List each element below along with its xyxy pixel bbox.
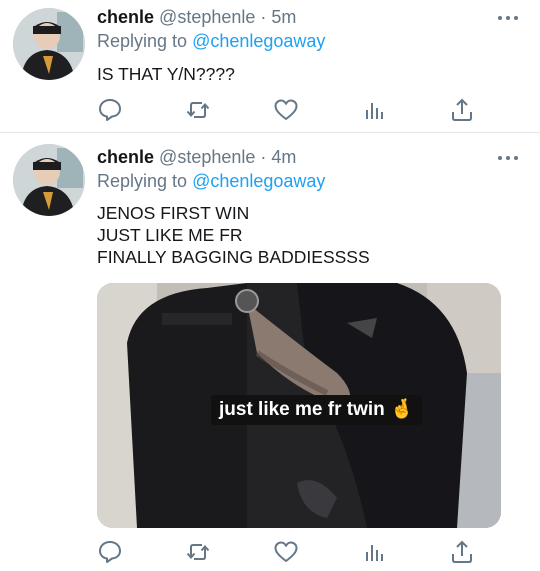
tweet-1[interactable]: chenle @stephenle · 5m Replying to @chen…	[0, 0, 540, 132]
retweet-icon[interactable]	[185, 539, 211, 565]
replying-prefix: Replying to	[97, 171, 188, 191]
tweet-text: JENOS FIRST WIN JUST LIKE ME FR FINALLY …	[97, 203, 370, 267]
separator: ·	[260, 147, 267, 167]
share-icon[interactable]	[449, 97, 475, 123]
author-handle[interactable]: @stephenle	[159, 7, 255, 27]
avatar[interactable]	[13, 144, 85, 216]
tweet-text: IS THAT Y/N????	[97, 64, 235, 84]
more-icon[interactable]	[498, 12, 524, 24]
tweet-header: chenle @stephenle · 5m	[97, 7, 296, 28]
replying-to: Replying to @chenlegoaway	[97, 171, 325, 192]
more-icon[interactable]	[498, 152, 524, 164]
author-handle[interactable]: @stephenle	[159, 147, 255, 167]
retweet-icon[interactable]	[185, 97, 211, 123]
analytics-icon[interactable]	[361, 539, 387, 565]
timestamp[interactable]: 5m	[271, 7, 296, 27]
tweet-header: chenle @stephenle · 4m	[97, 147, 296, 168]
tweet-media-image[interactable]: just like me fr twin 🤞	[97, 283, 501, 528]
media-caption: just like me fr twin 🤞	[211, 395, 422, 425]
separator: ·	[260, 7, 267, 27]
reply-icon[interactable]	[97, 539, 123, 565]
reply-icon[interactable]	[97, 97, 123, 123]
author-name[interactable]: chenle	[97, 147, 154, 167]
action-bar	[97, 539, 477, 565]
avatar[interactable]	[13, 8, 85, 80]
timestamp[interactable]: 4m	[271, 147, 296, 167]
replying-to: Replying to @chenlegoaway	[97, 31, 325, 52]
heart-icon[interactable]	[273, 539, 299, 565]
action-bar	[97, 97, 477, 123]
mention-link[interactable]: @chenlegoaway	[192, 31, 325, 51]
replying-prefix: Replying to	[97, 31, 188, 51]
share-icon[interactable]	[449, 539, 475, 565]
analytics-icon[interactable]	[361, 97, 387, 123]
mention-link[interactable]: @chenlegoaway	[192, 171, 325, 191]
heart-icon[interactable]	[273, 97, 299, 123]
author-name[interactable]: chenle	[97, 7, 154, 27]
